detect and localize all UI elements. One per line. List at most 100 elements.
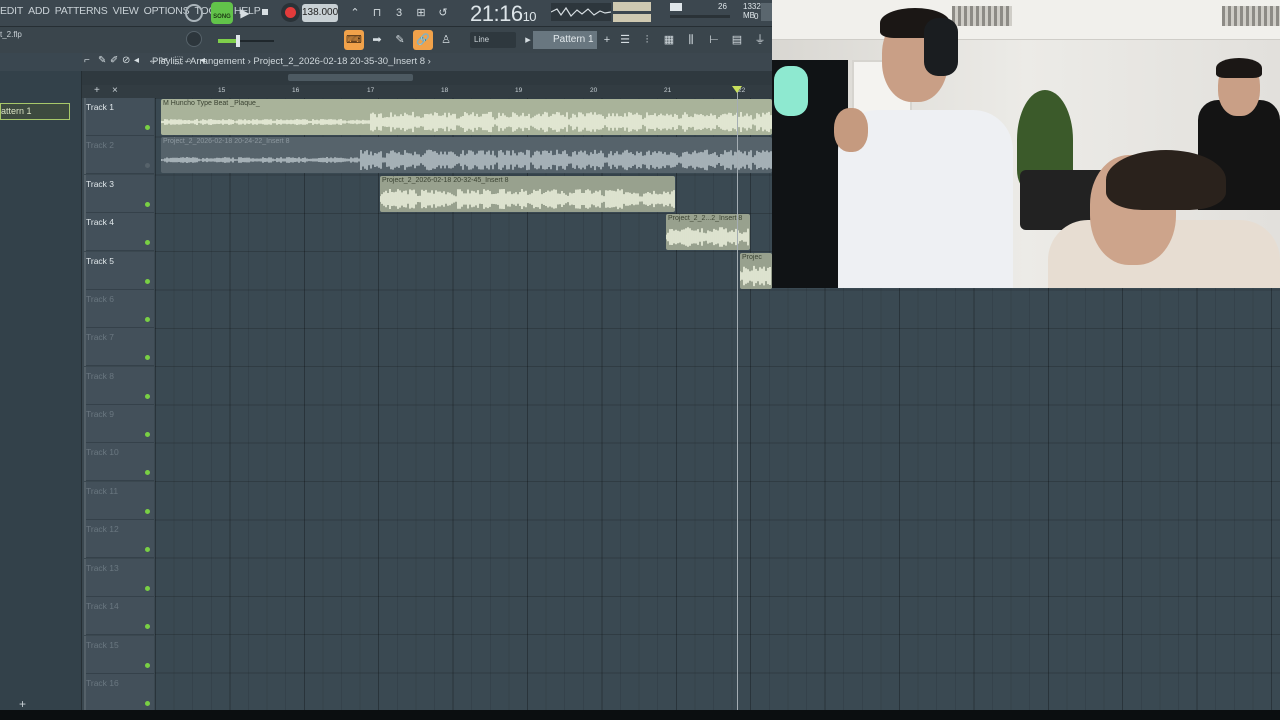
fl-studio-window: EDIT ADD PATTERNS VIEW OPTIONS TOOLS HEL… (0, 0, 1280, 720)
mute-tool-icon[interactable]: ◂ (134, 55, 139, 66)
audio-clip[interactable]: Projec (740, 253, 772, 289)
track-header[interactable]: Track 10 (84, 443, 154, 481)
menu-add[interactable]: ADD (28, 5, 50, 17)
track-mute-led-icon[interactable] (145, 586, 150, 591)
timeline-ruler[interactable]: + × 15 16 17 18 19 20 21 22 (82, 85, 772, 98)
playlist-icon[interactable]: ☰ (615, 30, 635, 50)
track-mute-led-icon[interactable] (145, 701, 150, 706)
master-volume-slider[interactable] (218, 35, 274, 47)
slider-thumb[interactable] (236, 35, 240, 47)
ruler-number: 16 (292, 87, 300, 94)
record-button[interactable] (281, 3, 300, 22)
plugin-icon[interactable]: ⏚ (750, 30, 770, 50)
tempo-display[interactable]: 138.000 (302, 4, 338, 22)
magnet-icon[interactable]: ⌐ (84, 55, 90, 66)
playhead-line[interactable] (737, 86, 738, 710)
track-header[interactable]: Track 8 (84, 367, 154, 405)
person-hand (834, 108, 868, 152)
webcam-overlay (772, 0, 1280, 288)
track-header[interactable]: Track 9 (84, 405, 154, 443)
track-header[interactable]: Track 6 (84, 290, 154, 328)
menu-view[interactable]: VIEW (113, 5, 139, 17)
main-volume-knob-icon[interactable] (185, 4, 203, 22)
slice-tool-icon[interactable]: ✂ (160, 55, 168, 66)
track-header[interactable]: Track 2 (84, 136, 154, 174)
play-button[interactable]: ▶ (236, 4, 254, 22)
stop-button[interactable] (259, 6, 271, 18)
track-header[interactable]: Track 16 (84, 674, 154, 712)
add-pattern-button[interactable]: + (19, 697, 26, 711)
browser-icon[interactable]: ▤ (727, 30, 747, 50)
step-edit-icon[interactable]: ⊞ (411, 3, 431, 23)
select-tool-icon[interactable]: ⬚ (174, 55, 183, 66)
track-mute-led-icon[interactable] (145, 163, 150, 168)
track-mute-led-icon[interactable] (145, 202, 150, 207)
menu-patterns[interactable]: PATTERNS (55, 5, 108, 17)
track-header[interactable]: Track 14 (84, 597, 154, 635)
piano-roll-icon[interactable]: ▦ (659, 30, 679, 50)
zoom-tool-icon[interactable]: ⌕ (186, 55, 192, 66)
channel-rack-icon[interactable]: ⫶ (637, 30, 657, 50)
track-header[interactable]: Track 12 (84, 520, 154, 558)
horizontal-scrollbar[interactable] (82, 71, 772, 85)
track-name: Track 4 (86, 217, 115, 227)
track-mute-led-icon[interactable] (145, 394, 150, 399)
track-header[interactable]: Track 1 (84, 98, 154, 136)
track-mute-led-icon[interactable] (145, 624, 150, 629)
playback-tool-icon[interactable]: ◂ (200, 55, 205, 66)
pattern-list-item[interactable]: attern 1 (0, 103, 70, 120)
add-track-icon[interactable]: + (94, 85, 100, 96)
playhead-marker-icon[interactable] (732, 86, 742, 93)
pattern-selector[interactable]: Pattern 1 (533, 31, 597, 49)
track-mute-led-icon[interactable] (145, 317, 150, 322)
arrow-right-icon[interactable]: ➡ (367, 30, 387, 50)
track-header[interactable]: Track 5 (84, 252, 154, 290)
track-mute-led-icon[interactable] (145, 547, 150, 552)
song-mode-button[interactable]: SONG (211, 2, 233, 24)
scrollbar-thumb[interactable] (288, 74, 413, 81)
track-mute-led-icon[interactable] (145, 355, 150, 360)
track-mute-led-icon[interactable] (145, 125, 150, 130)
link-icon[interactable]: 🔗 (413, 30, 433, 50)
track-header[interactable]: Track 3 (84, 175, 154, 213)
brush-tool-icon[interactable]: ✐ (110, 55, 118, 66)
pencil-tool-icon[interactable]: ✎ (98, 55, 106, 66)
audio-clip-muted[interactable]: Project_2_2026-02-18 20-24-22_Insert 8 (161, 137, 772, 173)
pattern-add-icon[interactable]: + (597, 30, 617, 50)
loop-record-icon[interactable]: ↺ (433, 3, 453, 23)
track-header[interactable]: Track 4 (84, 213, 154, 251)
track-header[interactable]: Track 11 (84, 482, 154, 520)
track-mute-led-icon[interactable] (145, 509, 150, 514)
close-icon[interactable]: × (112, 85, 118, 96)
bell-icon[interactable]: ♙ (436, 30, 456, 50)
pencil-icon[interactable]: ✎ (390, 30, 410, 50)
slip-tool-icon[interactable]: ↔ (148, 55, 158, 66)
metronome-icon[interactable]: ⌃ (345, 3, 365, 23)
microphone (774, 66, 808, 116)
track-mute-led-icon[interactable] (145, 470, 150, 475)
track-name: Track 10 (86, 447, 119, 457)
track-mute-led-icon[interactable] (145, 663, 150, 668)
track-header[interactable]: Track 13 (84, 559, 154, 597)
track-header[interactable]: Track 7 (84, 328, 154, 366)
playlist-breadcrumb[interactable]: Playlist - Arrangement › Project_2_2026-… (152, 56, 431, 67)
track-mute-led-icon[interactable] (145, 279, 150, 284)
ruler-number: 20 (590, 87, 598, 94)
waveform-icon (161, 149, 772, 171)
mixer-icon[interactable]: ⫼ (681, 30, 701, 50)
track-header[interactable]: Track 15 (84, 636, 154, 674)
routing-icon[interactable]: ⊢ (704, 30, 724, 50)
menu-edit[interactable]: EDIT (0, 5, 23, 17)
track-name: Track 16 (86, 678, 119, 688)
master-pitch-knob-icon[interactable] (186, 31, 202, 47)
audio-clip[interactable]: M Huncho Type Beat _Plaque_ (161, 99, 772, 135)
track-mute-led-icon[interactable] (145, 240, 150, 245)
menu-options[interactable]: OPTIONS (144, 5, 190, 17)
typing-keyboard-icon[interactable]: ⌨ (344, 30, 364, 50)
track-mute-led-icon[interactable] (145, 432, 150, 437)
countdown-icon[interactable]: 3 (389, 3, 409, 23)
snap-selector[interactable]: Line (470, 32, 516, 48)
delete-tool-icon[interactable]: ⊘ (122, 55, 130, 66)
audio-clip[interactable]: Project_2_2026-02-18 20-32-45_Insert 8 (380, 176, 675, 212)
wait-input-icon[interactable]: ⊓ (367, 3, 387, 23)
